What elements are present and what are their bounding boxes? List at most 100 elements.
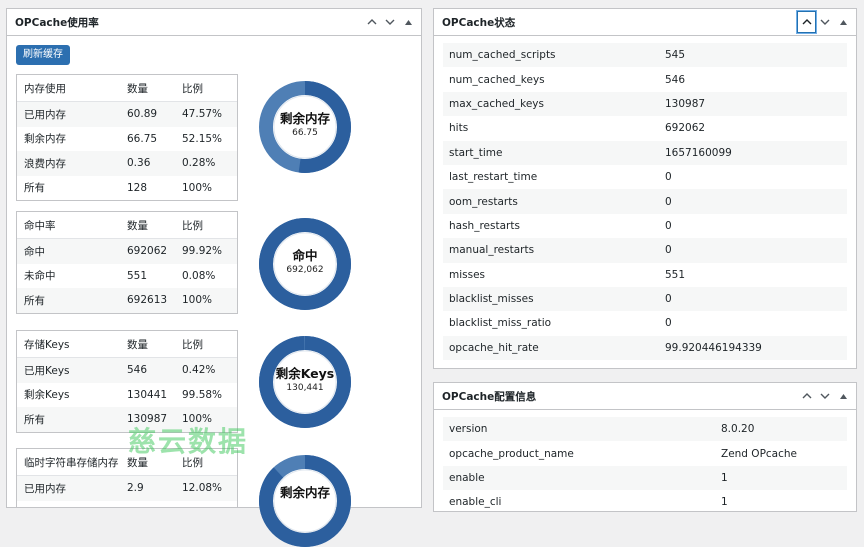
row-key: oom_restarts — [449, 195, 518, 208]
table-row: 剩余Keys 130441 99.58% — [17, 383, 237, 408]
row-amount: 130441 — [127, 388, 168, 401]
row-label: 剩余Keys — [24, 389, 70, 402]
move-up-button[interactable] — [363, 12, 381, 32]
row-label: 未命中 — [24, 270, 56, 283]
table-row: 所有 128 100% — [17, 176, 237, 201]
row-value: 546 — [665, 73, 686, 86]
header-cell: 数量 — [127, 338, 148, 351]
row-amount: 0.36 — [127, 157, 151, 170]
row-value: 551 — [665, 268, 686, 281]
config-panel-title: OPCache配置信息 — [442, 390, 537, 403]
row-label: 已用内存 — [24, 108, 66, 121]
donut-value: 130,441 — [286, 383, 324, 393]
row-key: num_cached_keys — [449, 73, 545, 86]
memory-usage-table: 内存使用 数量 比例 已用内存 60.89 47.57% 剩余内存 66.75 … — [16, 74, 238, 201]
hit-rate-table: 命中率 数量 比例 命中 692062 99.92% 未命中 551 0.08%… — [16, 211, 238, 314]
header-cell: 命中率 — [24, 219, 56, 232]
chevron-up-icon — [802, 393, 812, 399]
move-down-button[interactable] — [381, 12, 399, 32]
status-panel-header: OPCache状态 — [434, 9, 856, 36]
move-down-button[interactable] — [816, 12, 834, 32]
donut-value: 692,062 — [286, 265, 324, 275]
usage-panel-header: OPCache使用率 — [7, 9, 421, 36]
donut-title: 命中 — [292, 248, 318, 263]
chevron-up-icon — [367, 19, 377, 25]
chevron-down-icon — [385, 19, 395, 25]
row-key: opcache_hit_rate — [449, 341, 539, 354]
free-memory-donut: 剩余内存 66.75 — [259, 81, 351, 173]
refresh-cache-button[interactable]: 刷新缓存 — [16, 45, 70, 65]
free-keys-donut: 剩余Keys 130,441 — [259, 336, 351, 428]
table-row: 未命中 551 0.08% — [17, 264, 237, 289]
row-value: 0 — [665, 195, 672, 208]
table-row: opcache_hit_rate 99.920446194339 — [443, 335, 847, 361]
donut-title: 剩余Keys — [275, 366, 335, 381]
chevron-down-icon — [820, 19, 830, 25]
row-label: 已用内存 — [24, 482, 66, 495]
table-row: version 8.0.20 — [443, 417, 847, 442]
table-row: misses 551 — [443, 263, 847, 287]
table-row: manual_restarts 0 — [443, 238, 847, 263]
table-header: 命中率 数量 比例 — [17, 212, 237, 239]
watermark-text: 慈云数据 — [128, 425, 249, 458]
chevron-up-icon — [802, 19, 811, 25]
table-row: enable 1 — [443, 465, 847, 491]
table-row: opcache_product_name Zend OPcache — [443, 441, 847, 465]
header-cell: 比例 — [182, 338, 203, 351]
status-panel-title: OPCache状态 — [442, 16, 516, 29]
config-panel-header: OPCache配置信息 — [434, 383, 856, 410]
table-row: max_cached_keys 130987 — [443, 91, 847, 117]
row-value: 1657160099 — [665, 146, 732, 159]
row-key: enable — [449, 471, 485, 484]
row-amount: 60.89 — [127, 108, 158, 121]
row-value: 0 — [665, 244, 672, 257]
donut-value: 66.75 — [292, 128, 318, 138]
row-amount: 692613 — [127, 294, 168, 307]
header-cell: 内存使用 — [24, 82, 66, 95]
table-row: blacklist_misses 0 — [443, 286, 847, 312]
row-key: opcache_product_name — [449, 447, 574, 460]
row-label: 已用Keys — [24, 364, 70, 377]
row-ratio: 100% — [182, 181, 213, 194]
row-key: last_restart_time — [449, 171, 538, 184]
table-row: oom_restarts 0 — [443, 189, 847, 214]
move-up-button[interactable] — [798, 386, 816, 406]
keys-storage-table: 存储Keys 数量 比例 已用Keys 546 0.42% 剩余Keys 130… — [16, 330, 238, 433]
table-row: last_restart_time 0 — [443, 165, 847, 189]
row-value: 1 — [721, 471, 728, 484]
move-up-button[interactable] — [797, 11, 816, 33]
opcache-status-panel: OPCache状态 num_cached_scripts 545 num_cache… — [433, 8, 857, 369]
row-value: 0 — [665, 219, 672, 232]
row-ratio: 0.08% — [182, 269, 216, 282]
header-cell: 数量 — [127, 219, 148, 232]
row-key: misses — [449, 268, 486, 281]
table-row: 剩余内存 66.75 52.15% — [17, 127, 237, 152]
triangle-up-icon — [839, 19, 847, 25]
table-row: 已用内存 60.89 47.57% — [17, 102, 237, 127]
header-cell: 临时字符串存储内存 — [24, 456, 119, 469]
triangle-up-icon — [839, 393, 847, 399]
collapse-toggle-button[interactable] — [834, 386, 852, 406]
row-label: 所有 — [24, 182, 45, 195]
row-value: 1 — [721, 496, 728, 509]
hits-donut: 命中 692,062 — [259, 218, 351, 310]
row-value: 545 — [665, 49, 686, 62]
donut-title: 剩余内存 — [279, 111, 330, 126]
row-value: 0 — [665, 171, 672, 184]
interned-free-donut: 剩余内存 — [259, 455, 351, 547]
row-value: 0 — [665, 317, 672, 330]
row-amount: 692062 — [127, 245, 168, 258]
table-row: hash_restarts 0 — [443, 214, 847, 238]
collapse-toggle-button[interactable] — [834, 12, 852, 32]
header-cell: 数量 — [127, 82, 148, 95]
header-cell: 存储Keys — [24, 338, 70, 351]
row-ratio: 100% — [182, 294, 213, 307]
chevron-down-icon — [820, 393, 830, 399]
move-down-button[interactable] — [816, 386, 834, 406]
row-value: 8.0.20 — [721, 423, 755, 436]
header-cell: 比例 — [182, 82, 203, 95]
collapse-toggle-button[interactable] — [399, 12, 417, 32]
row-ratio: 99.58% — [182, 388, 223, 401]
row-key: hash_restarts — [449, 219, 520, 232]
row-amount: 546 — [127, 364, 148, 377]
